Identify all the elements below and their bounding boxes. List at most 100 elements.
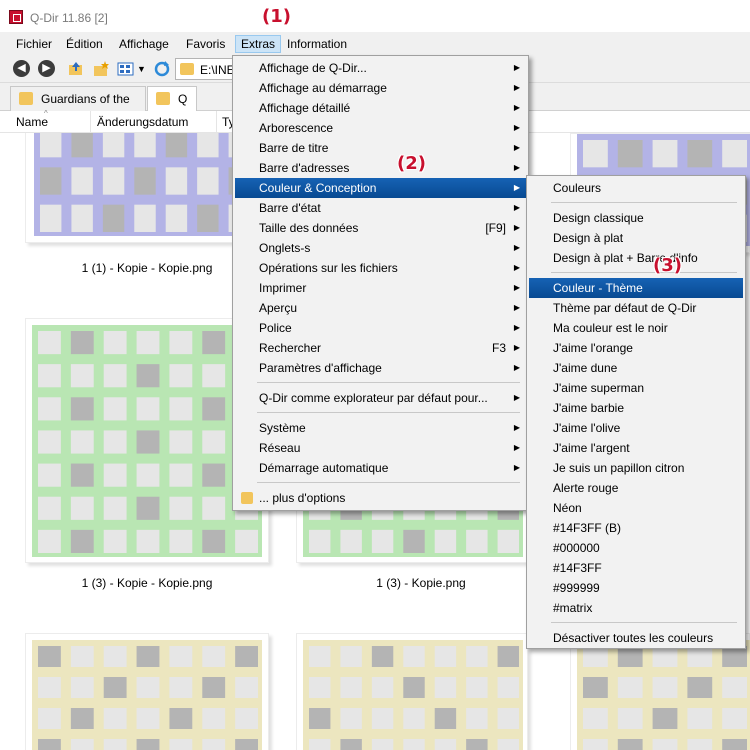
menu-item-neon[interactable]: Néon bbox=[529, 498, 743, 518]
forward-button[interactable]: ▶ bbox=[38, 60, 55, 77]
thumbnail-cell bbox=[202, 708, 226, 729]
menu-item-imprimer[interactable]: Imprimer ▶ bbox=[235, 278, 526, 298]
menu-item-999999[interactable]: #999999 bbox=[529, 578, 743, 598]
menu-item-onglets-s[interactable]: Onglets-s ▶ bbox=[235, 238, 526, 258]
menu-item-je-suis-un-papillon-citron[interactable]: Je suis un papillon citron bbox=[529, 458, 743, 478]
file-thumbnail[interactable] bbox=[296, 633, 528, 750]
thumbnail-cell bbox=[38, 364, 61, 388]
up-folder-icon[interactable] bbox=[67, 60, 85, 78]
menu-item-parametres-d-affichage[interactable]: Paramètres d'affichage ▶ bbox=[235, 358, 526, 378]
menu-item-14f3ff-b[interactable]: #14F3FF (B) bbox=[529, 518, 743, 538]
view-mode-icon[interactable] bbox=[117, 60, 135, 78]
new-folder-icon[interactable] bbox=[92, 60, 110, 78]
thumbnail-cell bbox=[169, 397, 193, 421]
menu-item-label: J'aime l'olive bbox=[553, 421, 621, 435]
thumbnail-cell bbox=[134, 133, 156, 158]
thumbnail-cell bbox=[103, 708, 127, 729]
menu-favoris[interactable]: Favoris bbox=[181, 35, 230, 53]
menu-item-j-aime-l-olive[interactable]: J'aime l'olive bbox=[529, 418, 743, 438]
menu-item-ma-couleur-est-le-noir[interactable]: Ma couleur est le noir bbox=[529, 318, 743, 338]
menu-item-14f3ff[interactable]: #14F3FF bbox=[529, 558, 743, 578]
menu-item-couleur-theme[interactable]: Couleur - Thème bbox=[529, 278, 743, 298]
menu-item-systeme[interactable]: Système ▶ bbox=[235, 418, 526, 438]
menu-item-taille-des-donnees[interactable]: Taille des données [F9] ▶ bbox=[235, 218, 526, 238]
thumbnail-cell bbox=[38, 529, 61, 553]
thumbnail-cell bbox=[466, 708, 488, 729]
thumbnail-cell bbox=[70, 529, 94, 553]
thumbnail-cell bbox=[70, 708, 94, 729]
menu-item-j-aime-l-argent[interactable]: J'aime l'argent bbox=[529, 438, 743, 458]
menu-item-j-aime-l-orange[interactable]: J'aime l'orange bbox=[529, 338, 743, 358]
menu-edition[interactable]: Édition bbox=[61, 35, 108, 53]
tab-q[interactable]: Q bbox=[147, 86, 197, 111]
column-name[interactable]: Name bbox=[16, 115, 48, 129]
menu-item-design-classique[interactable]: Design classique bbox=[529, 208, 743, 228]
menu-item-matrix[interactable]: #matrix bbox=[529, 598, 743, 618]
back-button[interactable]: ◀ bbox=[13, 60, 30, 77]
menu-item-couleurs[interactable]: Couleurs bbox=[529, 178, 743, 198]
thumbnail-cell bbox=[235, 529, 258, 553]
menu-item-police[interactable]: Police ▶ bbox=[235, 318, 526, 338]
thumbnail-cell bbox=[103, 397, 127, 421]
thumbnail-cell bbox=[497, 677, 519, 698]
menu-item-rechercher[interactable]: Rechercher F3 ▶ bbox=[235, 338, 526, 358]
menu-extras[interactable]: Extras bbox=[235, 35, 282, 53]
thumbnail-cell bbox=[102, 133, 125, 158]
thumbnail-cell bbox=[722, 739, 747, 750]
thumbnail-cell bbox=[202, 739, 226, 750]
menu-item-barre-d-etat[interactable]: Barre d'état ▶ bbox=[235, 198, 526, 218]
menu-item-affichage-detaille[interactable]: Affichage détaillé ▶ bbox=[235, 98, 526, 118]
menu-item-label: Couleurs bbox=[553, 181, 602, 195]
menu-affichage[interactable]: Affichage bbox=[114, 35, 174, 53]
column-separator[interactable] bbox=[90, 111, 91, 133]
menu-item-demarrage-automatique[interactable]: Démarrage automatique ▶ bbox=[235, 458, 526, 478]
menu-item-arborescence[interactable]: Arborescence ▶ bbox=[235, 118, 526, 138]
address-bar[interactable]: E:\INE bbox=[175, 58, 235, 80]
folder-icon bbox=[19, 92, 33, 105]
thumbnail-cell bbox=[136, 430, 160, 454]
menu-item-alerte-rouge[interactable]: Alerte rouge bbox=[529, 478, 743, 498]
menu-item-barre-de-titre[interactable]: Barre de titre ▶ bbox=[235, 138, 526, 158]
thumbnail-cell bbox=[38, 397, 61, 421]
menu-item-apercu[interactable]: Aperçu ▶ bbox=[235, 298, 526, 318]
thumbnail-cell bbox=[165, 133, 188, 158]
thumbnail-cell bbox=[466, 529, 488, 553]
menu-item-theme-par-defaut-de-q-dir[interactable]: Thème par défaut de Q-Dir bbox=[529, 298, 743, 318]
column-separator[interactable] bbox=[216, 111, 217, 133]
submenu-arrow-icon: ▶ bbox=[513, 393, 520, 402]
thumbnail-cell bbox=[103, 364, 127, 388]
menu-item-plus-d-options[interactable]: ... plus d'options bbox=[235, 488, 526, 508]
menu-information[interactable]: Information bbox=[282, 35, 352, 53]
menu-item-label: Opérations sur les fichiers bbox=[259, 261, 398, 275]
menu-item-j-aime-superman[interactable]: J'aime superman bbox=[529, 378, 743, 398]
menu-fichier[interactable]: Fichier bbox=[11, 35, 57, 53]
menu-item-j-aime-dune[interactable]: J'aime dune bbox=[529, 358, 743, 378]
thumbnail-cell bbox=[136, 397, 160, 421]
file-thumbnail[interactable] bbox=[25, 633, 269, 750]
menu-bar: Fichier Édition Affichage Favoris Extras… bbox=[0, 32, 750, 55]
menu-item-label: J'aime l'orange bbox=[553, 341, 633, 355]
tab-guardians[interactable]: Guardians of the bbox=[10, 86, 146, 111]
menu-item-j-aime-barbie[interactable]: J'aime barbie bbox=[529, 398, 743, 418]
thumbnail-cell bbox=[340, 708, 362, 729]
menu-item-label: Q-Dir comme explorateur par défaut pour.… bbox=[259, 391, 488, 405]
thumbnail-cell bbox=[583, 646, 608, 667]
menu-item-operations-sur-les-fichiers[interactable]: Opérations sur les fichiers ▶ bbox=[235, 258, 526, 278]
menu-item-design-a-plat[interactable]: Design à plat bbox=[529, 228, 743, 248]
menu-item-000000[interactable]: #000000 bbox=[529, 538, 743, 558]
thumbnail-cell bbox=[169, 529, 193, 553]
menu-item-couleur-conception[interactable]: Couleur & Conception ▶ bbox=[235, 178, 526, 198]
menu-separator bbox=[257, 382, 520, 383]
column-date[interactable]: Änderungsdatum bbox=[97, 115, 188, 129]
menu-item-affichage-de-q-dir[interactable]: Affichage de Q-Dir... ▶ bbox=[235, 58, 526, 78]
menu-item-barre-d-adresses[interactable]: Barre d'adresses ▶ bbox=[235, 158, 526, 178]
menu-item-affichage-au-demarrage[interactable]: Affichage au démarrage ▶ bbox=[235, 78, 526, 98]
menu-item-design-a-plat-barre-d-info[interactable]: Design à plat + Barre d'info bbox=[529, 248, 743, 268]
file-thumbnail[interactable] bbox=[570, 633, 750, 750]
thumbnail-cell bbox=[169, 677, 193, 698]
menu-item-desactiver-toutes-les-couleurs[interactable]: Désactiver toutes les couleurs bbox=[529, 628, 743, 648]
menu-item-reseau[interactable]: Réseau ▶ bbox=[235, 438, 526, 458]
menu-item-q-dir-comme-explorateur-par-defaut-pour[interactable]: Q-Dir comme explorateur par défaut pour.… bbox=[235, 388, 526, 408]
refresh-icon[interactable] bbox=[153, 60, 171, 78]
submenu-arrow-icon: ▶ bbox=[513, 463, 520, 472]
